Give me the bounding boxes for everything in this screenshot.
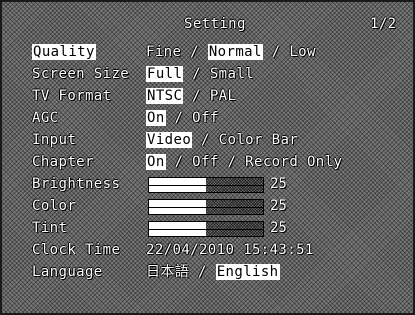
chapter-option-off[interactable]: Off (192, 154, 219, 170)
color-value: 25 (270, 198, 287, 214)
color-slider[interactable] (148, 199, 264, 215)
page-indicator: 1/2 (370, 16, 397, 32)
brightness-slider-track-line (149, 185, 263, 186)
tint-slider[interactable] (148, 221, 264, 237)
chapter-label[interactable]: Chapter (32, 154, 94, 170)
quality-label[interactable]: Quality (32, 44, 96, 60)
screen-size-options: Full / Small (146, 66, 254, 82)
color-slider-track-line (149, 207, 263, 208)
input-separator: / (192, 132, 219, 148)
quality-option-low[interactable]: Low (289, 44, 316, 60)
screen-size-option-full[interactable]: Full (146, 66, 184, 82)
tv-format-label[interactable]: TV Format (32, 88, 111, 104)
agc-option-on[interactable]: On (146, 110, 166, 126)
tint-label[interactable]: Tint (32, 220, 67, 236)
menu-title: Setting (184, 16, 246, 32)
quality-options: Fine / Normal / Low (146, 44, 316, 60)
clock-time-label[interactable]: Clock Time (32, 242, 120, 258)
quality-separator: / (181, 44, 208, 60)
clock-time-value[interactable]: 22/04/2010 15:43:51 (146, 242, 314, 258)
tint-value: 25 (270, 220, 287, 236)
agc-separator: / (165, 110, 193, 126)
tv-format-options: NTSC / PAL (146, 88, 236, 104)
tv-format-separator: / (183, 88, 210, 104)
language-label[interactable]: Language (32, 264, 103, 280)
language-options: 日本語 / English (146, 264, 280, 280)
chapter-option-on[interactable]: On (146, 154, 166, 170)
brightness-slider[interactable] (148, 177, 264, 193)
settings-osd-screen: Setting 1/2 Quality Fine / Normal / Low … (0, 0, 415, 315)
screen-size-separator: / (183, 66, 210, 82)
agc-option-off[interactable]: Off (192, 110, 219, 126)
chapter-separator: / (218, 154, 246, 170)
language-option-english[interactable]: English (215, 264, 280, 280)
quality-option-fine[interactable]: Fine (146, 44, 181, 60)
brightness-label[interactable]: Brightness (32, 176, 120, 192)
agc-options: On / Off (146, 110, 219, 126)
chapter-options: On / Off / Record Only (146, 154, 342, 170)
chapter-option-record-only[interactable]: Record Only (245, 154, 342, 170)
input-label[interactable]: Input (32, 132, 76, 148)
input-option-color-bar[interactable]: Color Bar (219, 132, 298, 148)
tint-slider-track-line (149, 229, 263, 230)
language-separator: / (189, 264, 216, 280)
quality-label-text: Quality (32, 44, 96, 60)
quality-option-normal[interactable]: Normal (207, 44, 263, 60)
tv-format-option-pal[interactable]: PAL (210, 88, 237, 104)
input-options: Video / Color Bar (146, 132, 298, 148)
screen-size-label[interactable]: Screen Size (32, 66, 129, 82)
language-option-japanese[interactable]: 日本語 (146, 264, 189, 280)
tv-format-option-ntsc[interactable]: NTSC (146, 88, 184, 104)
color-label[interactable]: Color (32, 198, 76, 214)
brightness-value: 25 (270, 176, 287, 192)
screen-size-option-small[interactable]: Small (210, 66, 254, 82)
quality-separator: / (262, 44, 290, 60)
agc-label[interactable]: AGC (32, 110, 59, 126)
input-option-video[interactable]: Video (146, 132, 193, 148)
chapter-separator: / (165, 154, 193, 170)
